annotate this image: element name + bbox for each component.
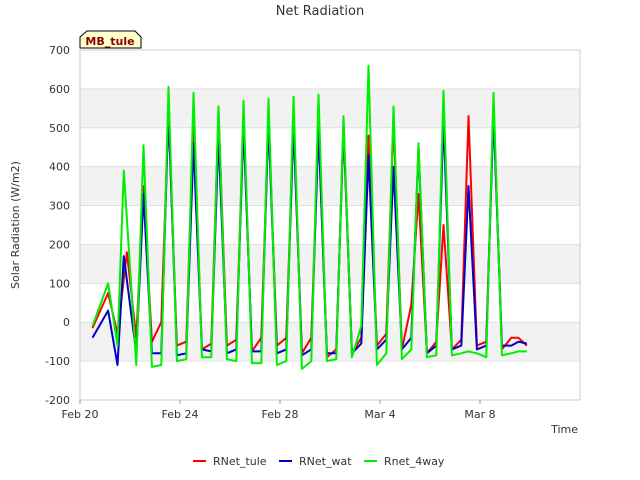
site-label-badge: MB_tule <box>79 30 142 49</box>
chart-title: Net Radiation <box>276 4 364 19</box>
y-axis-label: Solar Radiation (W/m2) <box>9 161 22 289</box>
background-bands <box>80 88 580 362</box>
x-axis-label: Time <box>550 423 578 436</box>
x-tick-label: Feb 28 <box>262 408 299 421</box>
y-tick-label: 500 <box>49 122 70 135</box>
legend-label-rnet-4way: Rnet_4way <box>384 455 445 468</box>
background-band <box>80 88 580 128</box>
y-tick-label: 600 <box>49 83 70 96</box>
y-tick-label: -100 <box>45 355 70 368</box>
legend: RNet_tule RNet_wat Rnet_4way <box>193 455 445 468</box>
y-tick-label: 400 <box>49 161 70 174</box>
x-tick-label: Feb 20 <box>62 408 99 421</box>
x-tick-label: Mar 4 <box>364 408 395 421</box>
x-tick-label: Mar 8 <box>464 408 495 421</box>
x-tick-label: Feb 24 <box>162 408 199 421</box>
y-tick-label: 700 <box>49 44 70 57</box>
background-band <box>80 244 580 284</box>
legend-label-rnet-wat: RNet_wat <box>299 455 352 468</box>
y-tick-label: 200 <box>49 238 70 251</box>
net-radiation-chart: -200-1000100200300400500600700 Feb 20 Feb… <box>9 4 581 468</box>
y-axis-ticks: -200 -100 0 100 200 300 400 500 600 700 <box>45 44 70 407</box>
background-band <box>80 166 580 206</box>
site-label: MB_tule <box>85 35 134 48</box>
y-tick-label: 100 <box>49 277 70 290</box>
x-axis-ticks: Feb 20 Feb 24 Feb 28 Mar 4 Mar 8 <box>62 400 496 421</box>
y-tick-label: -200 <box>45 394 70 407</box>
y-tick-label: 300 <box>49 200 70 213</box>
legend-label-rnet-tule: RNet_tule <box>213 455 267 468</box>
y-tick-label: 0 <box>63 316 70 329</box>
